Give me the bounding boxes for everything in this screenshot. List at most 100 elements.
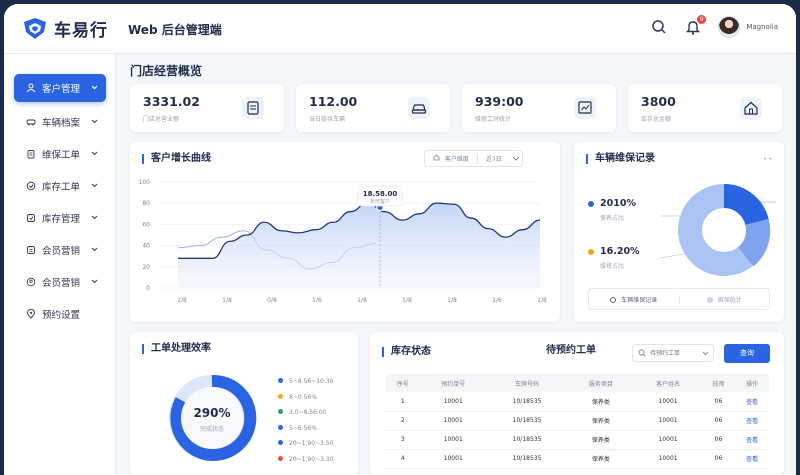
x-tick-label: 1/8: [177, 297, 187, 304]
sidebar-item-inventory-management[interactable]: 库存管理: [14, 204, 106, 232]
filter-dimension[interactable]: 客户维度: [425, 154, 477, 163]
search-button[interactable]: 查询: [724, 344, 770, 363]
kpi-value: 3800: [641, 94, 676, 109]
column-header[interactable]: 服务项目: [567, 374, 635, 392]
kpi-label: 维修工时统计: [475, 116, 512, 123]
kpi-label: 库存总金额: [641, 116, 672, 123]
sidebar-item-appointment-settings[interactable]: 预约设置: [14, 300, 106, 328]
search-icon[interactable]: [650, 18, 668, 36]
view-link[interactable]: 查看: [746, 399, 758, 406]
cell-action: 查看: [735, 411, 769, 431]
sidebar-item-member-marketing[interactable]: 会员营销: [14, 236, 106, 264]
sidebar-item-maintenance-orders[interactable]: 维保工单: [14, 140, 106, 168]
sidebar-item-label: 会员营销: [42, 278, 81, 289]
logo-icon: [24, 17, 46, 39]
x-tick-label: 0/8: [267, 297, 277, 304]
y-tick-label: 80: [142, 200, 150, 207]
sidebar-item-vehicle-files[interactable]: 车辆档案: [14, 108, 106, 136]
notification-button[interactable]: 9: [684, 15, 707, 36]
search-input[interactable]: [650, 349, 702, 357]
cell-plate: 10/18535: [486, 430, 568, 450]
column-header[interactable]: 车牌号码: [486, 374, 568, 392]
sidebar-item-label: 车辆档案: [42, 118, 81, 129]
cell-plate: 10/18535: [486, 449, 568, 469]
cell-no: 3: [386, 430, 420, 450]
legend-dot: [588, 200, 594, 207]
stat-maintenance: 2010% 保养占比: [588, 198, 636, 222]
kpi-value: 939:00: [475, 94, 524, 109]
clock-icon: [610, 297, 617, 303]
chevron-down-icon: [91, 151, 98, 156]
top-bar: 车易行 Web 后台管理端 9 Magnolia: [4, 4, 796, 54]
sidebar-item-inventory-orders[interactable]: 库存工单: [14, 172, 106, 200]
cell-order: 10001: [419, 392, 487, 412]
cell-tech: 06: [701, 449, 736, 469]
cell-order: 10001: [419, 411, 487, 431]
document-icon: [242, 97, 264, 119]
chevron-down-icon[interactable]: [510, 155, 522, 162]
kpi-card-inventory-value[interactable]: 3800 库存总金额: [628, 84, 782, 132]
system-title: Web 后台管理端: [128, 23, 222, 37]
cell-customer: 10001: [634, 411, 702, 431]
pending-orders-title: 待预约工单: [546, 345, 596, 356]
tab-maintenance-stats[interactable]: 维保统计: [680, 295, 770, 304]
kpi-card-vehicles[interactable]: 112.00 当日接待车辆: [296, 84, 450, 132]
view-link[interactable]: 查看: [746, 456, 758, 463]
logo[interactable]: 车易行: [22, 16, 108, 41]
sidebar-item-label: 会员营销: [42, 246, 81, 257]
column-header[interactable]: 操作: [735, 374, 769, 392]
chevron-down-icon: [91, 85, 98, 90]
sidebar-item-label: 库存管理: [42, 214, 81, 225]
legend-item: 8~0.56%: [278, 390, 334, 406]
maintenance-record-card: 车辆维保记录 • • 2010% 保养占比 16.20% 维修占比 车辆维保记录…: [574, 142, 784, 322]
avatar[interactable]: [718, 16, 741, 38]
user-name[interactable]: Magnolia: [746, 23, 778, 31]
column-header[interactable]: 客户姓名: [634, 374, 702, 392]
cell-tech: 06: [701, 411, 736, 431]
y-tick-label: 40: [142, 243, 150, 250]
kpi-value: 3331.02: [143, 94, 200, 109]
maintenance-donut: [659, 184, 776, 276]
column-header[interactable]: 预约单号: [419, 374, 487, 392]
view-link[interactable]: 查看: [746, 418, 758, 425]
efficiency-value: 290%: [193, 406, 231, 420]
card-title: 客户增长曲线: [142, 154, 211, 164]
y-tick-label: 0: [146, 285, 150, 292]
search-box[interactable]: [632, 344, 714, 362]
car-icon: [26, 119, 36, 126]
column-header[interactable]: 技师: [701, 374, 736, 392]
sidebar-item-member-marketing-2[interactable]: 会员营销: [14, 268, 106, 296]
table-row[interactable]: 2 10001 10/18535 保养类 10001 06 查看: [386, 411, 769, 431]
kpi-label: 当日接待车辆: [309, 116, 346, 123]
chart-filter[interactable]: 客户维度 近7日: [424, 150, 523, 167]
column-header[interactable]: 序号: [386, 374, 420, 392]
cell-tech: 06: [701, 430, 736, 450]
kpi-card-labor-hours[interactable]: 939:00 维修工时统计: [462, 84, 616, 132]
more-button[interactable]: • •: [763, 156, 772, 163]
x-tick-label: 1/8: [447, 297, 457, 304]
y-tick-label: 60: [142, 221, 150, 228]
cell-customer: 10001: [634, 449, 702, 469]
view-link[interactable]: 查看: [746, 437, 758, 444]
table-row[interactable]: 1 10001 10/18535 保养类 10001 06 查看: [386, 392, 769, 412]
chart-icon: [574, 97, 596, 119]
cell-tech: 06: [701, 392, 736, 412]
stat-value: 16.20%: [600, 246, 640, 257]
stat-label: 保养占比: [600, 215, 625, 222]
table-row[interactable]: 4 10001 10/18535 保养类 10001 06 查看: [386, 449, 769, 469]
stat-repair: 16.20% 维修占比: [588, 246, 640, 270]
table-row[interactable]: 3 10001 10/18535 保养类 10001 06 查看: [386, 430, 769, 450]
cell-service: 保养类: [567, 392, 635, 412]
cell-no: 1: [386, 392, 420, 412]
efficiency-card: 工单处理效率 290% 完成状态 5~8.56~10:36 8~0.56% 3.…: [130, 332, 358, 475]
kpi-label: 门店总营业额: [143, 116, 180, 123]
member-icon: [26, 277, 36, 287]
sidebar-item-customer-management[interactable]: 客户管理: [14, 74, 106, 102]
sidebar-item-label: 库存工单: [42, 182, 81, 193]
cell-service: 保养类: [567, 411, 635, 431]
tab-maintenance-record[interactable]: 车辆维保记录: [589, 294, 680, 304]
kpi-card-revenue[interactable]: 3331.02 门店总营业额: [130, 84, 284, 132]
chevron-down-icon: [91, 119, 98, 124]
filter-range[interactable]: 近7日: [476, 154, 510, 163]
customer-growth-chart: 100 80 60 40 20 0 1/8 1/8 0/8 1/6 1/8 1/8 1/8 1/6 1/8 1…: [139, 179, 547, 304]
